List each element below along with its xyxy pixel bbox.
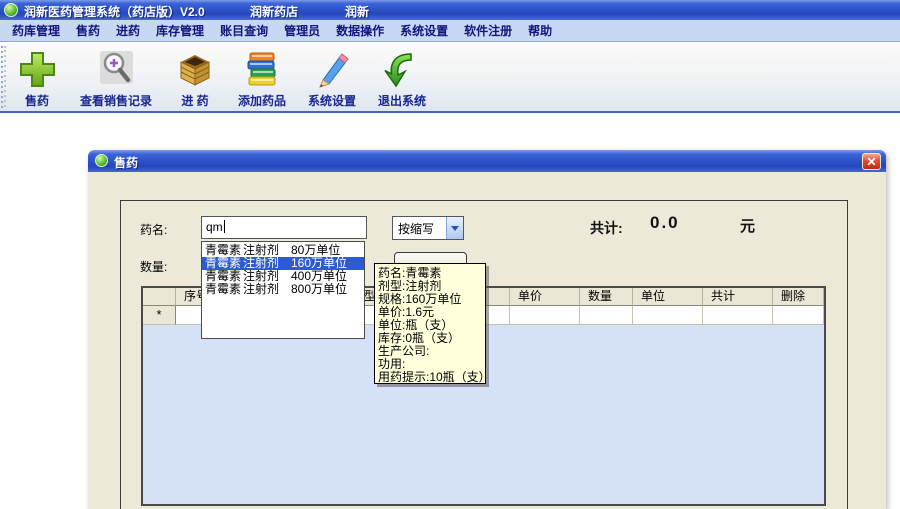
form-groupbox: 药名: qm 按缩写 共计: 0.0 元 数量: 序号剂型单价数量单位共计删除 … [120, 200, 848, 509]
exit-arrow-icon [381, 50, 423, 90]
toolbar-button-label: 退出系统 [378, 94, 427, 108]
menu-item-8[interactable]: 软件注册 [464, 22, 512, 39]
combo-dropdown-button[interactable] [446, 217, 463, 239]
grid-header-cell-0 [143, 288, 176, 306]
toolbar-button-label: 系统设置 [308, 94, 357, 108]
grid-header-cell-9: 删除 [773, 288, 824, 306]
suggestion-spec: 800万单位 [291, 282, 348, 296]
app-title: 润新医药管理系统（药店版）V2.0 [24, 5, 205, 19]
toolbar-gripper-handle[interactable] [1, 46, 6, 110]
dialog-icon [95, 154, 108, 167]
suggestion-name: 青霉素 [205, 282, 242, 296]
drug-info-tooltip: 药名:青霉素 剂型:注射剂 规格:160万单位 单价:1.6元 单位:瓶（支） 库存:0瓶… [374, 263, 491, 384]
grid-header-cell-5: 单价 [510, 288, 580, 306]
toolbar-button-purchase[interactable]: 进 药 [170, 48, 220, 111]
sell-medicine-dialog: 售药 药名: qm 按缩写 共计: 0.0 元 数量: 序号 单价 数量 单位 … [88, 150, 886, 509]
suggestion-row-3[interactable]: 青霉素 注射剂 800万单位 [202, 283, 364, 296]
toolbar: 售药 查看销售记录 进 药 添加药品 系统设置 退出系统 [0, 43, 900, 113]
grid-cell-6[interactable] [580, 306, 633, 325]
grid-cell-8[interactable] [703, 306, 773, 325]
pencil-icon [311, 50, 353, 90]
menu-item-0[interactable]: 药库管理 [12, 22, 60, 39]
total-label: 共计: [590, 220, 623, 236]
crate-icon [174, 50, 216, 90]
menu-item-3[interactable]: 库存管理 [156, 22, 204, 39]
search-mode-select[interactable]: 按缩写 [392, 216, 464, 240]
drug-name-value: qm [206, 220, 223, 234]
menu-item-2[interactable]: 进药 [116, 22, 140, 39]
toolbar-button-label: 售药 [24, 94, 49, 108]
magnifier-icon [95, 50, 137, 90]
menu-item-1[interactable]: 售药 [76, 22, 100, 39]
menu-item-6[interactable]: 数据操作 [336, 22, 384, 39]
app-title-brand: 润新 [345, 5, 370, 19]
toolbar-button-label: 添加药品 [238, 94, 287, 108]
grid-header-cell-6: 数量 [580, 288, 633, 306]
app-icon [4, 3, 18, 17]
dialog-body: 药名: qm 按缩写 共计: 0.0 元 数量: 序号剂型单价数量单位共计删除 … [88, 172, 886, 509]
toolbar-button-sell[interactable]: 售药 [12, 48, 62, 111]
tooltip-line-8: 用药提示:10瓶（支） [378, 370, 491, 384]
text-caret [223, 220, 225, 233]
dialog-title: 售药 [114, 156, 139, 170]
grid-cell-7[interactable] [633, 306, 703, 325]
close-icon [867, 157, 876, 166]
toolbar-button-exit[interactable]: 退出系统 [374, 48, 430, 111]
quantity-label: 数量: [140, 260, 168, 274]
toolbar-button-label: 进 药 [181, 94, 209, 108]
menu-item-5[interactable]: 管理员 [284, 22, 320, 39]
toolbar-buttons: 售药 查看销售记录 进 药 添加药品 系统设置 退出系统 [12, 48, 430, 111]
toolbar-button-view-sales[interactable]: 查看销售记录 [76, 48, 156, 111]
drug-name-label: 药名: [140, 223, 168, 237]
total-unit: 元 [740, 218, 756, 235]
close-button[interactable] [862, 153, 881, 170]
app-titlebar: 润新医药管理系统（药店版）V2.0 润新药店 润新 [0, 0, 900, 20]
toolbar-button-add-drug[interactable]: 添加药品 [234, 48, 290, 111]
app-title-store: 润新药店 [250, 5, 299, 19]
grid-cell-5[interactable] [510, 306, 580, 325]
search-mode-value: 按缩写 [398, 221, 435, 236]
menu-bar: 药库管理 售药 进药 库存管理 账目查询 管理员 数据操作 系统设置 软件注册 帮助 [0, 20, 900, 42]
grid-header-cell-7: 单位 [633, 288, 703, 306]
menu-item-4[interactable]: 账目查询 [220, 22, 268, 39]
suggestion-form: 注射剂 [243, 282, 280, 296]
menu-item-7[interactable]: 系统设置 [400, 22, 448, 39]
grid-row-header: * [143, 306, 176, 325]
suggestion-listbox[interactable]: 青霉素 注射剂 80万单位 青霉素 注射剂 160万单位 青霉素 注射剂 400万单位 青霉素 注射… [201, 241, 365, 339]
menu-item-9[interactable]: 帮助 [528, 22, 552, 39]
app-window: 润新医药管理系统（药店版）V2.0 润新药店 润新 药库管理 售药 进药 库存管理 账目… [0, 0, 900, 509]
toolbar-button-settings[interactable]: 系统设置 [304, 48, 360, 111]
total-value: 0.0 [650, 213, 680, 232]
grid-cell-9[interactable] [773, 306, 824, 325]
books-icon [241, 50, 283, 90]
toolbar-button-label: 查看销售记录 [80, 94, 153, 108]
chevron-down-icon [451, 225, 459, 231]
grid-header-cell-8: 共计 [703, 288, 773, 306]
dialog-titlebar[interactable]: 售药 [88, 150, 886, 172]
drug-name-input[interactable]: qm [201, 216, 367, 239]
green-plus-icon [16, 50, 58, 90]
